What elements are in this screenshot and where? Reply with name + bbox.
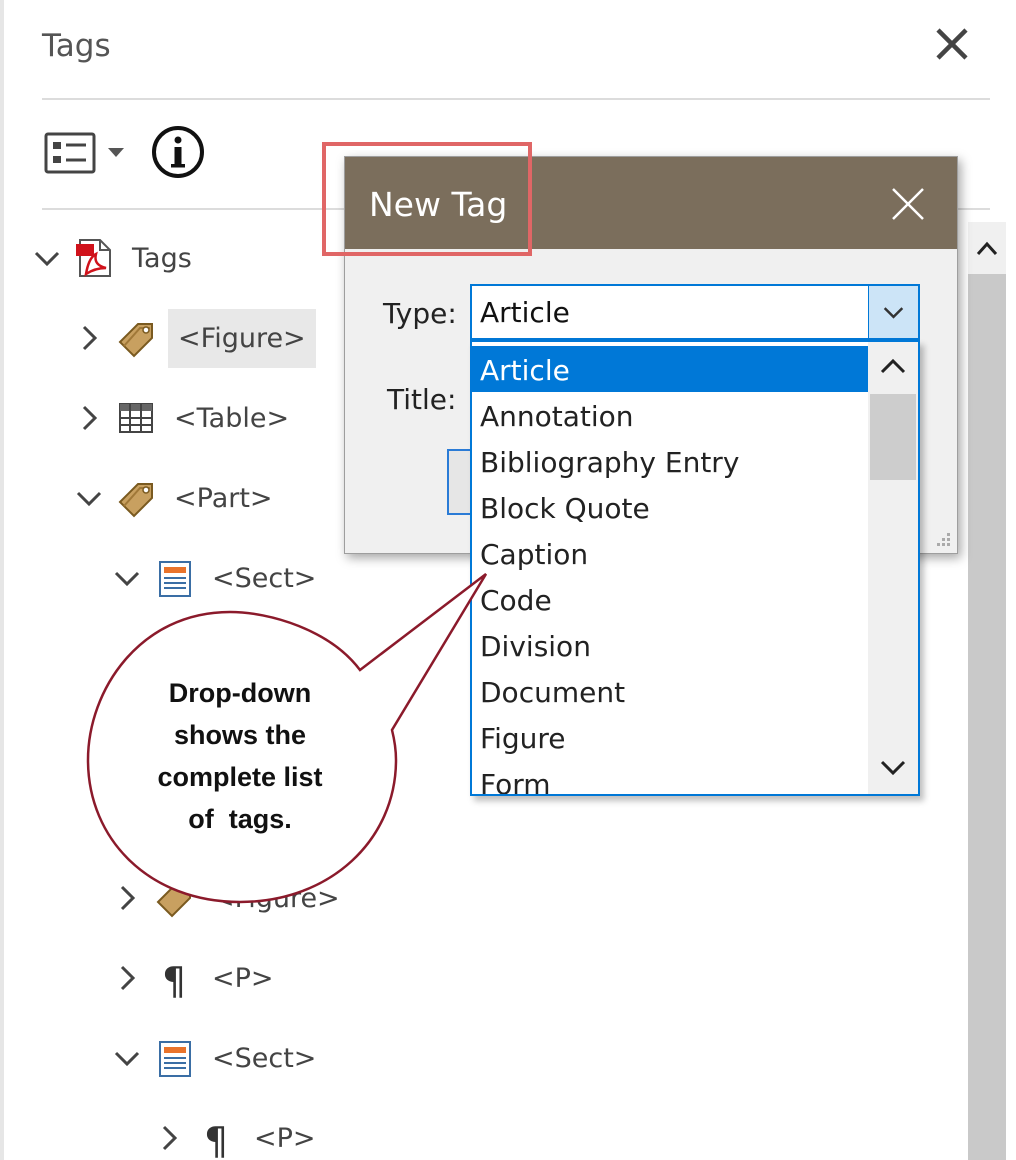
- chevron-right-icon[interactable]: [72, 401, 106, 435]
- tree-item-label: <Sect>: [212, 1042, 317, 1074]
- dropdown-scroll-thumb[interactable]: [870, 394, 916, 480]
- dialog-title-highlight: [322, 142, 532, 256]
- dropdown-option[interactable]: Article: [472, 346, 868, 392]
- scroll-up-icon[interactable]: [968, 222, 1006, 274]
- tree-item-label: <Figure>: [212, 882, 340, 914]
- dialog-close-icon[interactable]: [885, 181, 931, 227]
- tree-item-part[interactable]: <Part>: [72, 470, 279, 526]
- section-icon: [159, 1041, 191, 1077]
- table-icon: [119, 403, 153, 433]
- section-icon: [159, 561, 191, 597]
- tree-item-tags-root[interactable]: Tags: [30, 230, 198, 286]
- info-icon[interactable]: [150, 124, 206, 180]
- resize-grip-icon[interactable]: [933, 529, 953, 549]
- callout-text: Drop-down shows the complete list of tag…: [120, 672, 360, 840]
- tree-item-label: <P>: [254, 1122, 316, 1154]
- svg-text:¶: ¶: [204, 1119, 228, 1160]
- dropdown-option[interactable]: Code: [472, 576, 868, 622]
- tree-item-label: Tags: [132, 242, 192, 274]
- pdf-icon: [76, 239, 111, 277]
- options-menu-button[interactable]: [44, 130, 128, 176]
- dropdown-option[interactable]: Document: [472, 668, 868, 714]
- tree-item-label: <Table>: [174, 402, 290, 434]
- scroll-down-icon[interactable]: [868, 742, 918, 794]
- tree-item-p-nested[interactable]: ¶ <P>: [152, 1110, 322, 1160]
- callout-line: shows the: [173, 720, 307, 750]
- dropdown-option[interactable]: Block Quote: [472, 484, 868, 530]
- paragraph-icon: ¶: [162, 959, 186, 1000]
- paragraph-icon: ¶: [204, 1119, 228, 1160]
- tree-item-figure[interactable]: <Figure>: [72, 308, 316, 368]
- chevron-down-icon[interactable]: [30, 241, 64, 275]
- type-label: Type:: [383, 297, 457, 330]
- tree-item-table[interactable]: <Table>: [72, 390, 295, 446]
- chevron-down-icon[interactable]: [110, 561, 144, 595]
- callout-line: of tags.: [188, 804, 292, 834]
- dropdown-scrollbar[interactable]: [868, 342, 918, 794]
- type-combobox[interactable]: Article: [470, 284, 920, 340]
- tree-item-label: <P>: [212, 962, 274, 994]
- dropdown-option[interactable]: Figure: [472, 714, 868, 760]
- chevron-right-icon[interactable]: [152, 1121, 186, 1155]
- svg-text:¶: ¶: [162, 959, 186, 1000]
- tree-item-sect[interactable]: <Sect>: [110, 550, 322, 606]
- dropdown-option[interactable]: Annotation: [472, 392, 868, 438]
- tree-item-label: <Sect>: [212, 562, 317, 594]
- dropdown-option[interactable]: Caption: [472, 530, 868, 576]
- chevron-right-icon[interactable]: [110, 961, 144, 995]
- panel-left-edge: [0, 0, 4, 1160]
- tree-item-p[interactable]: ¶ <P>: [110, 950, 280, 1006]
- title-label: Title:: [387, 383, 457, 416]
- dropdown-option[interactable]: Form: [472, 760, 868, 794]
- close-panel-icon[interactable]: [932, 24, 972, 64]
- chevron-down-icon[interactable]: [868, 286, 918, 338]
- dropdown-option[interactable]: Bibliography Entry: [472, 438, 868, 484]
- tag-icon: [118, 323, 153, 358]
- scroll-up-icon[interactable]: [868, 342, 918, 394]
- chevron-right-icon[interactable]: [72, 321, 106, 355]
- title-divider: [42, 98, 990, 100]
- callout-line: complete list: [157, 762, 323, 792]
- dropdown-option[interactable]: Division: [472, 622, 868, 668]
- chevron-right-icon[interactable]: [110, 881, 144, 915]
- tree-scrollbar[interactable]: [968, 222, 1006, 1160]
- tree-item-label: <Part>: [174, 482, 273, 514]
- type-combobox-value: Article: [480, 296, 570, 329]
- tree-item-figure-nested[interactable]: <Figure>: [110, 870, 346, 926]
- type-dropdown-list[interactable]: Article Annotation Bibliography Entry Block…: [470, 340, 920, 796]
- callout-line: Drop-down: [168, 678, 312, 708]
- dropdown-options: Article Annotation Bibliography Entry Block…: [472, 346, 868, 794]
- chevron-down-icon[interactable]: [72, 481, 106, 515]
- tag-icon: [118, 483, 153, 518]
- tree-item-sect-2[interactable]: <Sect>: [110, 1030, 322, 1086]
- tree-item-label: <Figure>: [168, 308, 316, 368]
- chevron-down-icon[interactable]: [110, 1041, 144, 1075]
- panel-title: Tags: [42, 28, 111, 64]
- tag-icon: [156, 883, 191, 918]
